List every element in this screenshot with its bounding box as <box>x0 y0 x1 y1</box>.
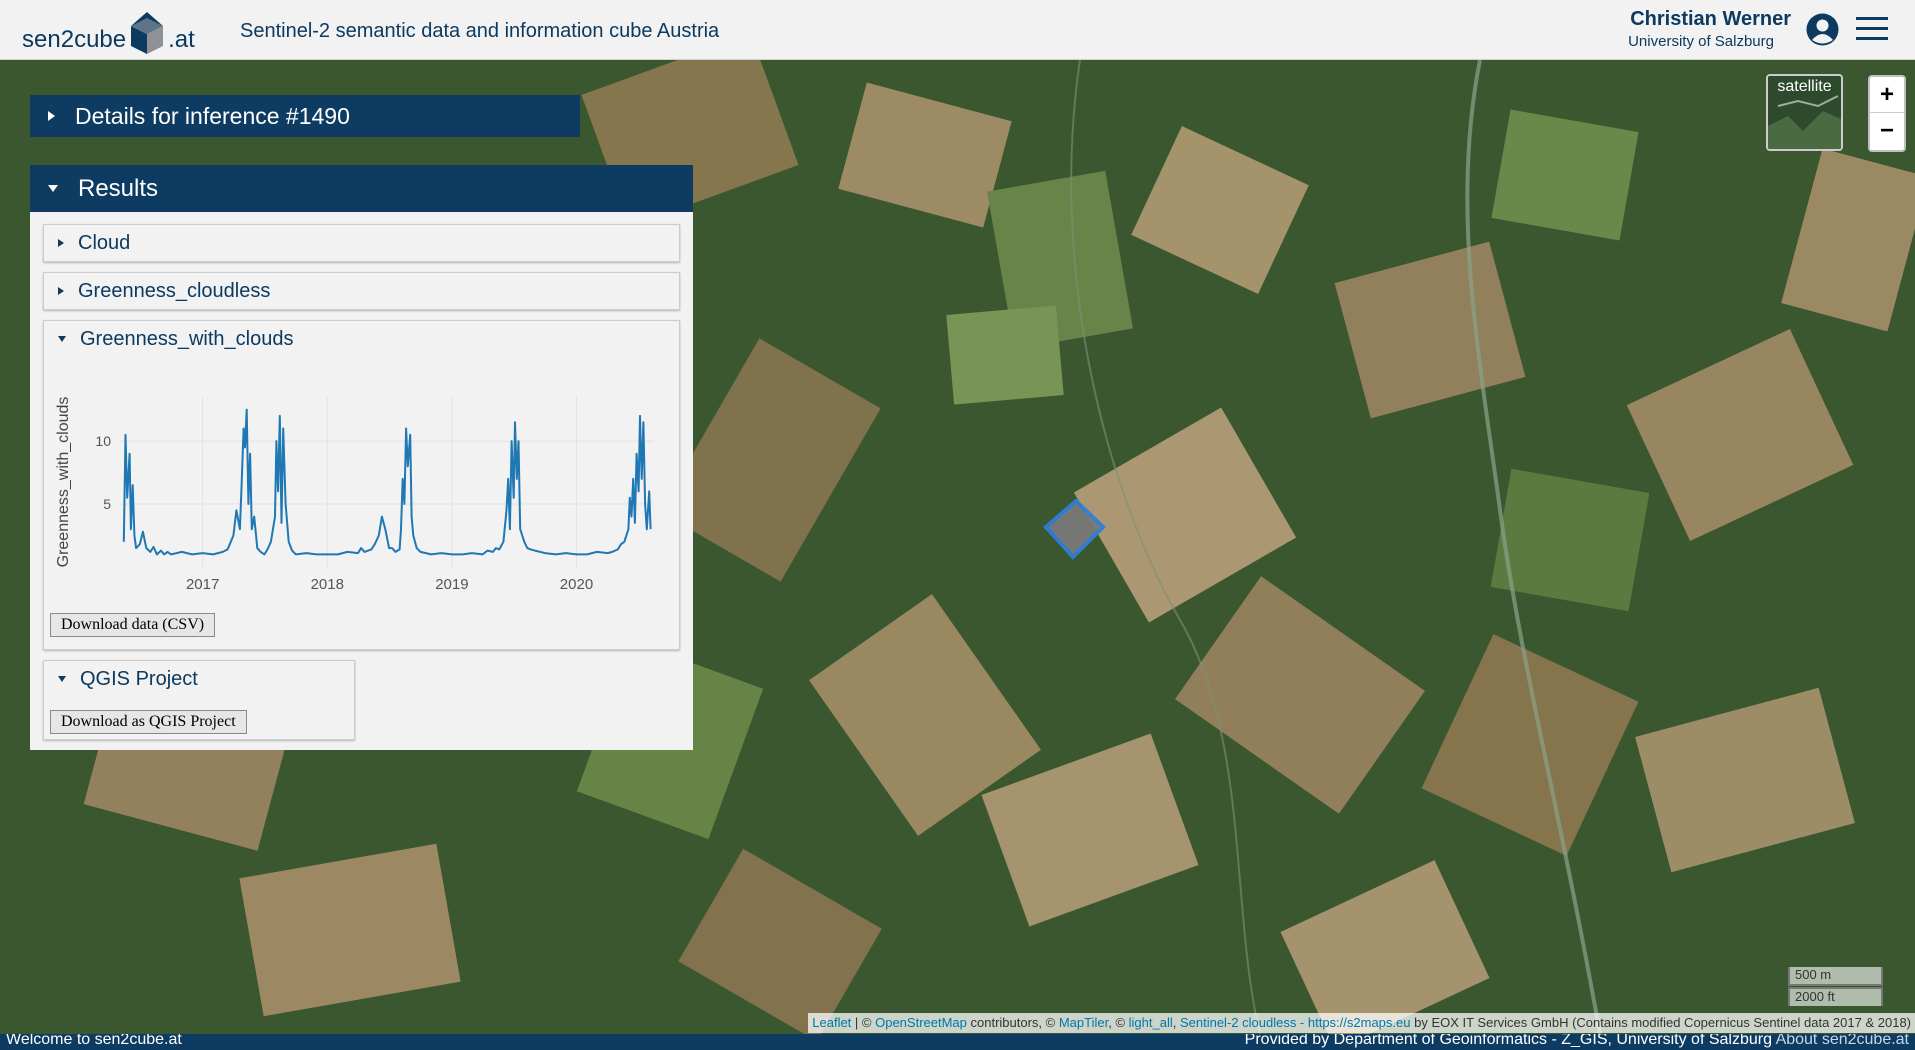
collapse-arrow-icon <box>48 185 58 192</box>
expand-arrow-icon <box>58 287 64 295</box>
account-icon[interactable] <box>1806 13 1839 46</box>
qgis-project-item: QGIS Project Download as QGIS Project <box>43 660 355 740</box>
y-axis-label: Greenness_with_clouds <box>55 397 72 568</box>
qgis-project-label: QGIS Project <box>80 667 198 690</box>
collapse-arrow-icon <box>58 336 66 342</box>
collapse-arrow-icon <box>58 676 66 682</box>
attrib-sep: , <box>1172 1015 1180 1030</box>
attrib-sep: , © <box>1108 1015 1129 1030</box>
y-tick-label: 5 <box>103 496 111 512</box>
map-attribution: Leaflet | © OpenStreetMap contributors, … <box>808 1013 1915 1033</box>
about-link[interactable]: About sen2cube.at <box>1776 1034 1909 1048</box>
attrib-sep: | © <box>851 1015 876 1030</box>
result-item-label: Greenness_cloudless <box>78 279 271 302</box>
greenness-time-series-chart[interactable]: 5 10 2017 2018 2019 2020 time Greenness_with_cl… <box>44 357 674 597</box>
zoom-in-button[interactable]: + <box>1870 77 1904 113</box>
s2maps-link[interactable]: Sentinel-2 cloudless - https://s2maps.eu <box>1180 1015 1411 1030</box>
sen2cube-logo[interactable]: sen 2 cube .at <box>22 8 195 54</box>
logo-text-at: .at <box>168 26 195 53</box>
x-tick-label: 2019 <box>435 576 468 593</box>
scale-bar-metric: 500 m <box>1788 967 1883 986</box>
logo-text-cube: cube <box>74 26 127 53</box>
layer-switcher-satellite[interactable]: satellite <box>1766 74 1843 151</box>
app-header: sen 2 cube .at Sentinel-2 semantic data an… <box>0 0 1915 60</box>
osm-link[interactable]: OpenStreetMap <box>875 1015 967 1030</box>
x-tick-label: 2017 <box>186 576 219 593</box>
app-footer: Welcome to sen2cube.at Provided by Depar… <box>0 1034 1915 1050</box>
attrib-text: by EOX IT Services GmbH (Contains modifi… <box>1410 1015 1911 1030</box>
results-panel: Results Cloud Greenness_cloudless Greenn… <box>30 165 693 750</box>
expand-arrow-icon <box>58 239 64 247</box>
user-organization: University of Salzburg <box>1628 33 1774 50</box>
layer-label: satellite <box>1777 78 1832 95</box>
app-title: Sentinel-2 semantic data and information… <box>240 20 720 42</box>
download-csv-button[interactable]: Download data (CSV) <box>50 613 216 637</box>
light-all-link[interactable]: light_all <box>1129 1015 1173 1030</box>
results-title: Results <box>78 174 159 202</box>
details-panel-header[interactable]: Details for inference #1490 <box>30 95 580 137</box>
details-panel-title: Details for inference #1490 <box>75 102 350 129</box>
result-item-header[interactable]: Greenness_with_clouds <box>44 321 679 357</box>
attrib-text: contributors, © <box>966 1015 1059 1030</box>
hamburger-menu-icon[interactable] <box>1856 16 1888 42</box>
result-item-label: Cloud <box>78 231 131 254</box>
scale-bar-imperial: 2000 ft <box>1788 987 1883 1006</box>
logo-text-sen: sen <box>22 26 61 53</box>
user-name[interactable]: Christian Werner <box>1630 8 1791 31</box>
maptiler-link[interactable]: MapTiler <box>1059 1015 1108 1030</box>
result-item-greenness-cloudless[interactable]: Greenness_cloudless <box>43 272 680 310</box>
result-item-label: Greenness_with_clouds <box>80 327 294 350</box>
zoom-out-button[interactable]: − <box>1870 113 1904 149</box>
download-qgis-button[interactable]: Download as QGIS Project <box>50 710 247 734</box>
x-tick-label: 2020 <box>560 576 593 593</box>
x-axis-label: time <box>375 594 407 597</box>
result-item-cloud[interactable]: Cloud <box>43 224 680 262</box>
cube-icon <box>128 8 166 54</box>
expand-arrow-icon <box>48 111 55 121</box>
y-tick-label: 10 <box>95 433 111 449</box>
logo-text-2: 2 <box>60 26 75 53</box>
leaflet-link[interactable]: Leaflet <box>812 1015 851 1030</box>
footer-welcome: Welcome to sen2cube.at <box>6 1034 182 1048</box>
footer-provider: Provided by Department of Geoinformatics… <box>1245 1034 1909 1049</box>
zoom-control: + − <box>1868 75 1906 152</box>
results-header[interactable]: Results <box>30 165 693 212</box>
footer-provider-text: Provided by Department of Geoinformatics… <box>1244 1034 1772 1048</box>
result-item-greenness-with-clouds: Greenness_with_clouds 5 10 2017 2018 2019 202… <box>43 320 680 650</box>
qgis-project-header[interactable]: QGIS Project <box>44 661 354 697</box>
x-tick-label: 2018 <box>311 576 344 593</box>
